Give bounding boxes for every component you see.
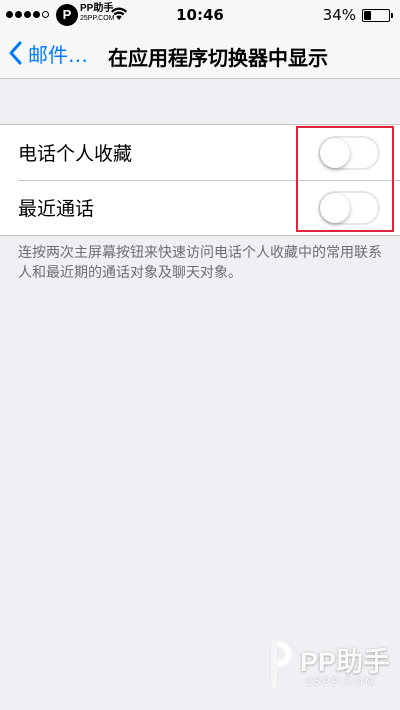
- status-bar: P PP助手 25PP.COM 10:46 34%: [0, 0, 400, 30]
- page-title: 在应用程序切换器中显示: [108, 46, 328, 70]
- chevron-left-icon: [9, 41, 22, 65]
- watermark-text: PP助手: [300, 647, 391, 677]
- watermark: PP助手 25PP.COM: [266, 630, 396, 700]
- settings-row-label: 最近通话: [18, 198, 95, 220]
- pp-logo-icon: [271, 639, 292, 689]
- settings-footer-note: 连按两次主屏幕按钮来快速访问电话个人收藏中的常用联系人和最近期的通话对象及聊天对…: [18, 245, 382, 281]
- settings-row-label: 电话个人收藏: [18, 143, 133, 165]
- back-button[interactable]: 邮件…: [8, 38, 88, 68]
- back-button-label: 邮件…: [28, 42, 88, 67]
- navigation-bar: 邮件… 在应用程序切换器中显示: [0, 30, 400, 79]
- battery-icon: [362, 9, 393, 22]
- watermark-subtext: 25PP.COM: [306, 676, 377, 688]
- highlight-annotation-box: [296, 126, 394, 232]
- battery-percent: 34%: [322, 6, 356, 24]
- battery-level-fill: [364, 11, 371, 20]
